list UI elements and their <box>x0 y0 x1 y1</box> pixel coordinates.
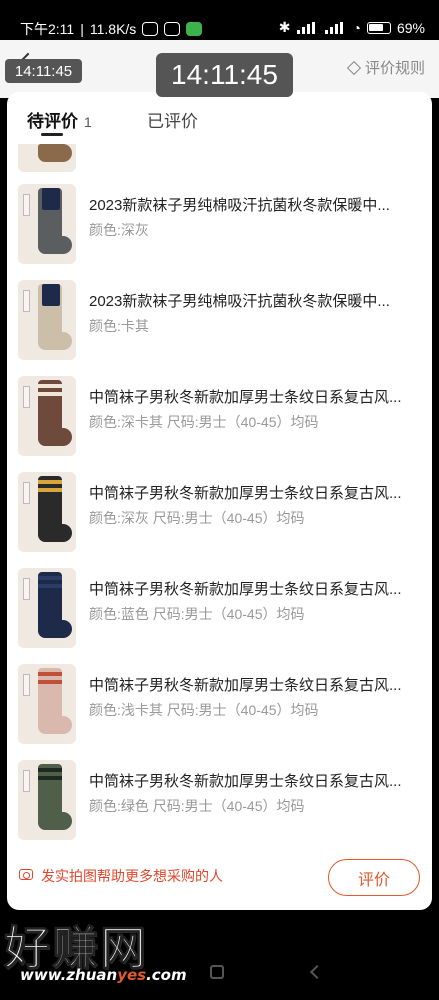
review-tabs: 待评价 1 已评价 <box>7 92 432 138</box>
product-title: 2023新款袜子男纯棉吸汗抗菌秋冬款保暖中... <box>89 293 390 310</box>
alarm-icon <box>142 22 159 36</box>
battery-icon <box>366 21 391 34</box>
sock-stripe <box>38 672 62 676</box>
photo-prompt: 发实拍图帮助更多想采购的人 <box>41 868 223 884</box>
sock-stripe <box>38 384 62 388</box>
sock-stripe <box>38 584 62 588</box>
system-back-icon[interactable] <box>309 964 325 980</box>
list-item[interactable]: 中筒袜子男秋冬新款加厚男士条纹日系复古风... 颜色:深灰 尺码:男士（40-45… <box>7 472 432 568</box>
thumbnail-tag <box>23 290 30 312</box>
sock-stripe <box>38 680 62 684</box>
product-title: 中筒袜子男秋冬新款加厚男士条纹日系复古风... <box>89 773 402 790</box>
battery-level: 69% <box>396 19 425 36</box>
product-thumbnail <box>18 184 76 264</box>
sock-stripe <box>38 776 62 780</box>
sock-stripe <box>38 768 62 772</box>
thumbnail-tag <box>23 386 30 408</box>
signal-icon <box>296 21 319 34</box>
watermark: 好赚网 www.zhuanyes.com <box>0 912 200 992</box>
product-label-card <box>42 188 60 210</box>
wechat-icon <box>186 22 203 36</box>
sock-stripe <box>38 488 62 492</box>
product-title: 中筒袜子男秋冬新款加厚男士条纹日系复古风... <box>89 581 402 598</box>
sock-foot-image <box>38 716 72 734</box>
tab-pending-count: 1 <box>84 114 92 130</box>
sock-foot-image <box>38 236 72 254</box>
thumbnail-tag <box>23 770 30 792</box>
product-title: 2023新款袜子男纯棉吸汗抗菌秋冬款保暖中... <box>89 197 390 214</box>
time-overlay-large: 14:11:45 <box>156 53 293 97</box>
review-card: 待评价 1 已评价 2023新款袜子男纯棉吸汗抗菌秋冬款保暖中... 颜色:深灰 20… <box>7 92 432 910</box>
list-item[interactable]: 中筒袜子男秋冬新款加厚男士条纹日系复古风... 颜色:深卡其 尺码:男士（40-4… <box>7 376 432 472</box>
product-spec: 颜色:深灰 <box>89 222 149 238</box>
tab-reviewed[interactable]: 已评价 <box>147 107 198 132</box>
sock-foot-image <box>38 812 72 830</box>
active-tab-indicator <box>41 133 63 136</box>
review-footer: 发实拍图帮助更多想采购的人 评价 <box>7 854 432 904</box>
sock-stripe <box>38 576 62 580</box>
sock-foot-image <box>38 332 72 350</box>
sock-foot-image <box>38 620 72 638</box>
product-title: 中筒袜子男秋冬新款加厚男士条纹日系复古风... <box>89 677 402 694</box>
product-spec: 颜色:绿色 尺码:男士（40-45）均码 <box>89 798 305 814</box>
thumbnail-tag <box>23 578 30 600</box>
thumbnail-tag <box>23 194 30 216</box>
product-spec: 颜色:深灰 尺码:男士（40-45）均码 <box>89 510 305 526</box>
watermark-url: www.zhuanyes.com <box>20 966 187 984</box>
status-left: 下午2:11 | 11.8K/s <box>20 19 203 39</box>
product-thumbnail <box>18 664 76 744</box>
camera-icon <box>19 869 33 880</box>
status-time: 下午2:11 <box>20 21 75 37</box>
thumbnail-tag <box>23 674 30 696</box>
sock-stripe <box>38 392 62 396</box>
product-title: 中筒袜子男秋冬新款加厚男士条纹日系复古风... <box>89 389 402 406</box>
thumbnail-tag <box>23 482 30 504</box>
product-thumbnail <box>18 280 76 360</box>
review-rules-link[interactable]: 评价规则 <box>346 57 425 78</box>
list-item[interactable]: 中筒袜子男秋冬新款加厚男士条纹日系复古风... 颜色:蓝色 尺码:男士（40-45… <box>7 568 432 664</box>
review-button[interactable]: 评价 <box>328 859 420 896</box>
status-divider: | <box>80 21 84 37</box>
network-speed: 11.8K/s <box>89 21 137 37</box>
sock-foot-image <box>38 524 72 542</box>
recent-apps-icon[interactable] <box>210 965 224 979</box>
product-spec: 颜色:卡其 <box>89 318 149 334</box>
list-item[interactable]: 2023新款袜子男纯棉吸汗抗菌秋冬款保暖中... 颜色:深灰 <box>7 184 432 280</box>
product-thumbnail <box>18 376 76 456</box>
list-item[interactable]: 2023新款袜子男纯棉吸汗抗菌秋冬款保暖中... 颜色:卡其 <box>7 280 432 376</box>
bluetooth-icon: ✱ <box>278 19 291 35</box>
sock-stripe <box>38 480 62 484</box>
product-thumbnail <box>18 568 76 648</box>
list-item[interactable]: 中筒袜子男秋冬新款加厚男士条纹日系复古风... 颜色:浅卡其 尺码:男士（40-4… <box>7 664 432 760</box>
product-thumbnail <box>18 760 76 840</box>
product-spec: 颜色:蓝色 尺码:男士（40-45）均码 <box>89 606 305 622</box>
sock-foot-image <box>38 428 72 446</box>
product-list[interactable]: 2023新款袜子男纯棉吸汗抗菌秋冬款保暖中... 颜色:深灰 2023新款袜子男纯棉… <box>7 144 432 850</box>
product-label-card <box>42 284 60 306</box>
wifi-icon: ◔ <box>352 19 361 36</box>
product-spec: 颜色:浅卡其 尺码:男士（40-45）均码 <box>89 702 319 718</box>
time-overlay-small: 14:11:45 <box>5 59 82 83</box>
app-notification-icon <box>164 22 181 36</box>
product-spec: 颜色:深卡其 尺码:男士（40-45）均码 <box>89 414 319 430</box>
tab-pending-label: 待评价 <box>27 112 78 131</box>
rules-label: 评价规则 <box>364 60 425 77</box>
signal-2-icon <box>324 21 347 34</box>
list-item-partial <box>7 144 432 188</box>
tab-pending-review[interactable]: 待评价 1 <box>27 107 92 132</box>
list-item[interactable]: 中筒袜子男秋冬新款加厚男士条纹日系复古风... 颜色:绿色 尺码:男士（40-45… <box>7 760 432 850</box>
status-right: ✱ ◔ 69% <box>279 19 425 36</box>
product-title: 中筒袜子男秋冬新款加厚男士条纹日系复古风... <box>89 485 402 502</box>
product-thumbnail <box>18 144 76 172</box>
product-thumbnail <box>18 472 76 552</box>
rules-diamond-icon <box>346 60 362 75</box>
